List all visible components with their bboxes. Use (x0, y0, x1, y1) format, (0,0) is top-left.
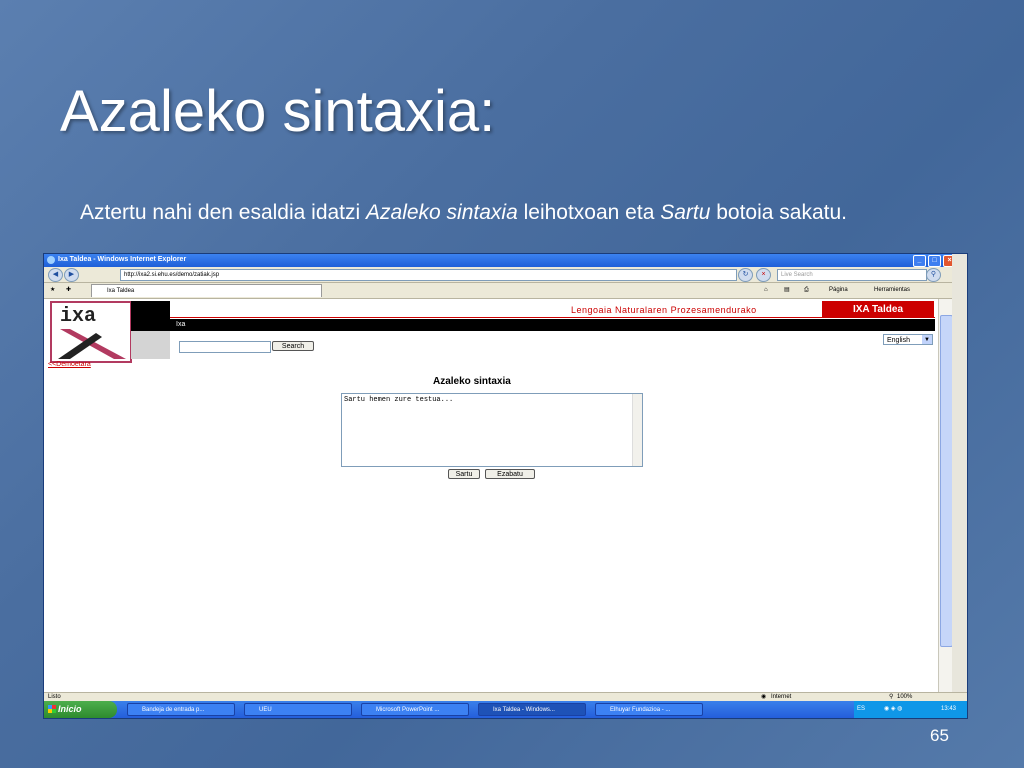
tool-title: Azaleko sintaxia (433, 376, 511, 387)
clock: 13:43 (941, 706, 957, 712)
submit-button[interactable]: Sartu (448, 469, 480, 479)
sentence-textarea[interactable]: Sartu hemen zure testua... (341, 393, 643, 467)
taskbar-item[interactable]: Elhuyar Fundazioa - ... (595, 703, 703, 716)
instruction-text: leihotxoan eta (517, 201, 661, 224)
chevron-down-icon: ▼ (922, 335, 932, 344)
system-tray: ES ◉ ◈ ◍ 13:43 (854, 701, 967, 718)
nav-bar: Ixa (170, 319, 935, 331)
site-search-input[interactable] (179, 341, 271, 353)
header-divider (170, 317, 935, 318)
header-gray-block (131, 331, 170, 359)
textarea-value: Sartu hemen zure testua... (344, 396, 454, 404)
live-search-input[interactable]: Live Search (777, 269, 927, 281)
search-icon[interactable]: ⚲ (926, 268, 941, 282)
logo-x-icon (58, 329, 126, 359)
instruction-text: botoia sakatu. (710, 201, 847, 224)
browser-screenshot: Ixa Taldea - Windows Internet Explorer _… (43, 253, 968, 719)
taskbar-item[interactable]: Microsoft PowerPoint ... (361, 703, 469, 716)
favorites-star-icon[interactable]: ★ (50, 285, 55, 296)
tab-bar: ★ ✚ Ixa Taldea ⌂ ▤ ⎙ Página Herramientas (44, 283, 967, 299)
taskbar-item[interactable]: UEU (244, 703, 352, 716)
refresh-icon[interactable]: ↻ (738, 268, 753, 282)
taskbar-item[interactable]: Bandeja de entrada p... (127, 703, 235, 716)
print-icon[interactable]: ⎙ (804, 285, 809, 296)
home-icon[interactable]: ⌂ (764, 285, 768, 296)
window-title: Ixa Taldea - Windows Internet Explorer (58, 256, 187, 263)
slide-page-number: 65 (930, 726, 949, 745)
instruction-text: Aztertu nahi den esaldia idatzi (80, 201, 367, 224)
page-scrollbar[interactable] (938, 299, 953, 692)
clear-button[interactable]: Ezabatu (485, 469, 535, 479)
instruction-emphasis: Azaleko sintaxia (366, 201, 518, 224)
start-button[interactable]: Inicio (44, 701, 117, 718)
forward-icon[interactable]: ▶ (64, 268, 79, 282)
address-bar: ◀ ▶ http://ixa2.si.ehu.es/demo/zatiak.js… (44, 267, 967, 283)
taskbar-item-active[interactable]: Ixa Taldea - Windows... (478, 703, 586, 716)
url-field[interactable]: http://ixa2.si.ehu.es/demo/zatiak.jsp (120, 269, 737, 281)
window-titlebar: Ixa Taldea - Windows Internet Explorer _… (44, 254, 967, 267)
demos-link[interactable]: <<Demoetara (48, 361, 91, 368)
instruction-emphasis: Sartu (660, 201, 711, 224)
slide-title: Azaleko sintaxia: (60, 79, 496, 144)
feeds-icon[interactable]: ▤ (784, 285, 790, 296)
language-value: English (887, 337, 910, 344)
search-button[interactable]: Search (272, 341, 314, 351)
ixa-taldea-badge: IXA Taldea (822, 301, 934, 318)
web-page: ixa <<Demoetara Lengoaia Naturalaren Pro… (46, 299, 937, 692)
header-text: Lengoaia Naturalaren Prozesamendurako (571, 305, 757, 315)
ie-icon (47, 256, 55, 264)
page-menu[interactable]: Página (829, 285, 848, 296)
maximize-icon[interactable]: □ (928, 255, 941, 267)
side-panel (952, 254, 967, 694)
start-label: Inicio (58, 704, 82, 714)
windows-taskbar: Inicio Bandeja de entrada p... UEU Micro… (44, 701, 967, 718)
windows-flag-icon (48, 705, 56, 713)
language-indicator[interactable]: ES (857, 701, 865, 718)
header-black-block (131, 301, 170, 331)
ixa-logo: ixa (50, 301, 132, 363)
minimize-icon[interactable]: _ (913, 255, 926, 267)
stop-icon[interactable]: × (756, 268, 771, 282)
language-select[interactable]: English ▼ (883, 334, 933, 345)
tab-ixa-taldea[interactable]: Ixa Taldea (91, 284, 322, 297)
slide-instructions: Aztertu nahi den esaldia idatzi Azaleko … (80, 198, 940, 227)
back-icon[interactable]: ◀ (48, 268, 63, 282)
tray-icons[interactable]: ◉ ◈ ◍ (884, 701, 902, 718)
tools-menu[interactable]: Herramientas (874, 285, 910, 296)
add-favorites-icon[interactable]: ✚ (66, 285, 71, 296)
textarea-scrollbar[interactable] (632, 394, 642, 466)
